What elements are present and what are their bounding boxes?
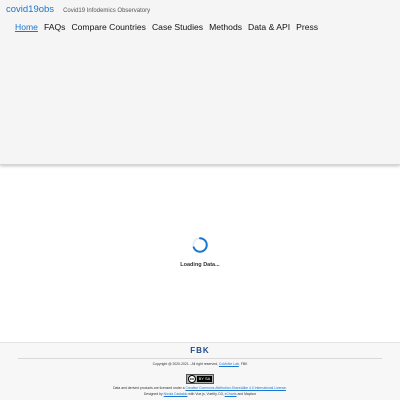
main-nav: Home FAQs Compare Countries Case Studies… [15, 22, 324, 32]
footer-divider [18, 358, 382, 359]
loading-spinner-icon [192, 237, 208, 253]
site-subtitle: Covid19 Infodemics Observatory [63, 8, 151, 14]
cc-badge-text: BY SA [197, 375, 212, 382]
nav-case-studies[interactable]: Case Studies [152, 22, 203, 32]
echarts-link[interactable]: eCharts [225, 392, 237, 396]
loading-text: Loading Data... [180, 262, 220, 268]
nav-press[interactable]: Press [296, 22, 318, 32]
nav-faqs[interactable]: FAQs [44, 22, 66, 32]
brand-row: covid19obs Covid19 Infodemics Observator… [6, 4, 150, 18]
copyright-suffix: , FBK [238, 362, 248, 366]
license-text: Data and derived products are licensed u… [113, 386, 185, 390]
fbk-logo-icon[interactable]: FBK [0, 345, 400, 356]
comune-lab-link[interactable]: CoMuNe Lab [219, 362, 239, 366]
credits-line: Designed by Nicola Castaldo with Vue.js,… [0, 392, 400, 397]
nav-home[interactable]: Home [15, 22, 38, 32]
app-header: covid19obs Covid19 Infodemics Observator… [0, 0, 400, 165]
license-line: Data and derived products are licensed u… [0, 386, 400, 391]
cc-logo-icon: cc [188, 374, 197, 383]
nav-compare-countries[interactable]: Compare Countries [71, 22, 146, 32]
page-footer: FBK Copyright @ 2020-2021 - All right re… [0, 342, 400, 400]
nav-data-api[interactable]: Data & API [248, 22, 290, 32]
cc-by-sa-icon[interactable]: cc BY SA [186, 373, 214, 384]
license-suffix: . [285, 386, 287, 390]
loading-indicator: Loading Data... [0, 236, 400, 268]
tech-stack-text: with Vue.js, Vuetify, D3, [188, 392, 224, 396]
designed-by-text: Designed by [143, 392, 163, 396]
license-link[interactable]: Creative Commons Attribution-ShareAlike … [185, 386, 285, 390]
copyright-line: Copyright @ 2020-2021 - All right reserv… [0, 362, 400, 367]
copyright-text: Copyright @ 2020-2021 - All right reserv… [152, 362, 218, 366]
mapbox-text: and Mapbox [237, 392, 257, 396]
brand-link[interactable]: covid19obs [6, 4, 54, 15]
designer-link[interactable]: Nicola Castaldo [164, 392, 188, 396]
nav-methods[interactable]: Methods [209, 22, 242, 32]
